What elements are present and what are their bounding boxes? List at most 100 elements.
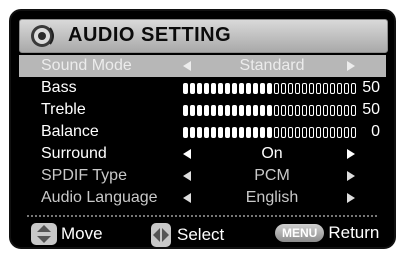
level-segment (267, 83, 272, 94)
level-segment (211, 83, 216, 94)
level-segment (183, 105, 188, 116)
move-hint[interactable]: Move (31, 223, 103, 245)
level-segment (337, 105, 342, 116)
speaker-icon (31, 25, 54, 47)
select-hint[interactable]: Select (151, 223, 224, 247)
level-segment (225, 83, 230, 94)
balance-value: 0 (371, 123, 380, 140)
sound-mode-value: Standard (239, 57, 305, 74)
level-segment (309, 83, 314, 94)
level-segment (316, 127, 321, 138)
level-segment (281, 105, 286, 116)
balance-level-bar[interactable] (183, 127, 358, 138)
level-segment (281, 127, 286, 138)
level-segment (330, 127, 335, 138)
level-segment (239, 127, 244, 138)
level-segment (211, 105, 216, 116)
level-segment (274, 83, 279, 94)
level-segment (344, 83, 349, 94)
level-segment (295, 127, 300, 138)
level-segment (302, 83, 307, 94)
level-segment (302, 105, 307, 116)
level-segment (232, 127, 237, 138)
right-arrow-icon[interactable] (347, 193, 355, 203)
move-label: Move (61, 224, 103, 243)
level-segment (232, 105, 237, 116)
treble-label: Treble (41, 101, 86, 118)
bass-value: 50 (362, 79, 380, 96)
select-label: Select (177, 225, 225, 244)
level-segment (225, 127, 230, 138)
level-segment (344, 127, 349, 138)
sound-mode-label: Sound Mode (41, 57, 132, 74)
treble-value: 50 (362, 101, 380, 118)
level-segment (232, 83, 237, 94)
left-arrow-icon[interactable] (183, 149, 191, 159)
level-segment (323, 83, 328, 94)
menu-item-balance[interactable]: Balance 0 (11, 121, 394, 143)
level-segment (246, 127, 251, 138)
level-segment (190, 127, 195, 138)
menu-item-surround[interactable]: Surround On (11, 143, 394, 165)
level-segment (288, 105, 293, 116)
left-arrow-icon[interactable] (183, 61, 191, 71)
level-segment (190, 83, 195, 94)
left-arrow-icon[interactable] (183, 193, 191, 203)
level-segment (344, 105, 349, 116)
level-segment (197, 105, 202, 116)
bass-label: Bass (41, 79, 77, 96)
level-segment (204, 83, 209, 94)
audio-setting-window: AUDIO SETTING Sound Mode Standard Bass 5… (9, 9, 396, 249)
level-segment (183, 83, 188, 94)
menu-item-bass[interactable]: Bass 50 (11, 77, 394, 99)
level-segment (330, 83, 335, 94)
level-segment (218, 127, 223, 138)
level-segment (218, 83, 223, 94)
page-title: AUDIO SETTING (68, 24, 232, 46)
menu-header: AUDIO SETTING (19, 19, 388, 53)
menu-key-icon: MENU (275, 224, 325, 242)
footer-divider (27, 215, 377, 217)
level-segment (211, 127, 216, 138)
level-segment (190, 105, 195, 116)
menu-item-treble[interactable]: Treble 50 (11, 99, 394, 121)
left-arrow-icon[interactable] (183, 171, 191, 181)
left-right-icon (151, 223, 171, 247)
bass-level-bar[interactable] (183, 83, 358, 94)
return-hint[interactable]: MENU Return (275, 223, 379, 243)
level-segment (267, 127, 272, 138)
level-segment (260, 105, 265, 116)
surround-value: On (261, 145, 283, 162)
level-segment (288, 83, 293, 94)
level-segment (316, 83, 321, 94)
right-arrow-icon[interactable] (347, 149, 355, 159)
return-label: Return (328, 223, 380, 242)
level-segment (309, 127, 314, 138)
audio-language-value: English (245, 189, 299, 206)
level-segment (225, 105, 230, 116)
level-segment (309, 105, 314, 116)
spdif-type-label: SPDIF Type (41, 167, 127, 184)
level-segment (337, 83, 342, 94)
level-segment (330, 105, 335, 116)
audio-menu: Sound Mode Standard Bass 50 Treble 50 Ba… (11, 55, 394, 209)
level-segment (316, 105, 321, 116)
treble-level-bar[interactable] (183, 105, 358, 116)
level-segment (260, 127, 265, 138)
right-arrow-icon[interactable] (347, 61, 355, 71)
right-arrow-icon[interactable] (347, 171, 355, 181)
level-segment (323, 127, 328, 138)
level-segment (253, 105, 258, 116)
level-segment (288, 127, 293, 138)
up-down-icon (31, 223, 57, 245)
level-segment (239, 83, 244, 94)
menu-item-spdif-type[interactable]: SPDIF Type PCM (11, 165, 394, 187)
level-segment (246, 83, 251, 94)
menu-item-sound-mode[interactable]: Sound Mode Standard (19, 55, 386, 77)
level-segment (274, 105, 279, 116)
surround-label: Surround (41, 145, 107, 162)
menu-item-audio-language[interactable]: Audio Language English (11, 187, 394, 209)
level-segment (197, 127, 202, 138)
level-segment (281, 83, 286, 94)
level-segment (253, 83, 258, 94)
